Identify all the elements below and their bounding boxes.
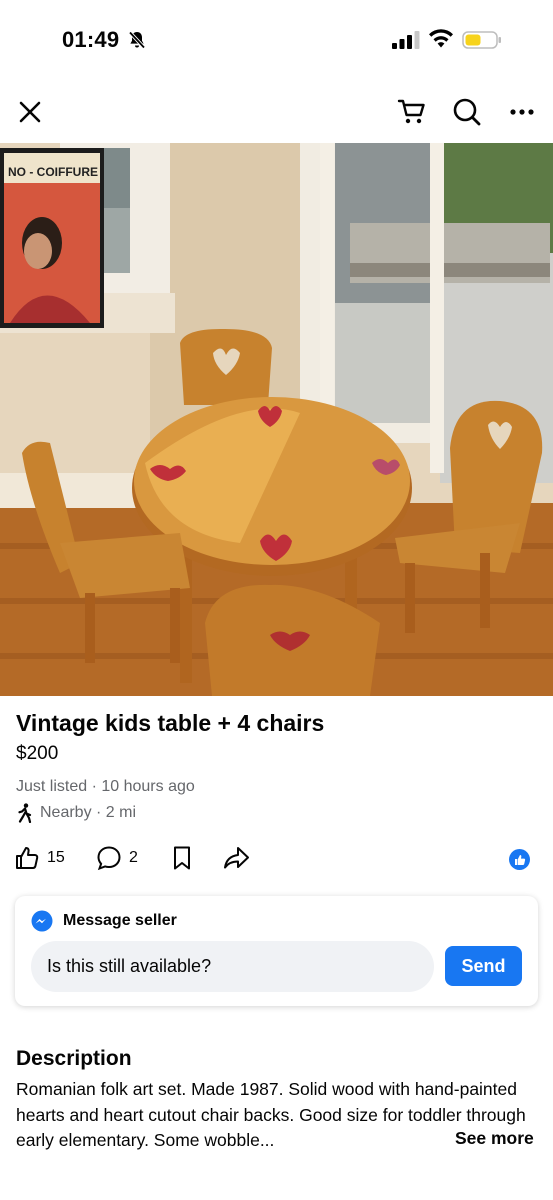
thumbs-up-icon <box>16 847 39 869</box>
comment-count: 2 <box>129 849 138 866</box>
listing-photo-image: NO - COIFFURE <box>0 143 553 696</box>
more-icon <box>510 109 534 115</box>
search-icon <box>453 98 481 126</box>
top-nav <box>0 82 553 142</box>
close-icon <box>19 101 41 123</box>
like-reaction-badge <box>509 849 530 870</box>
message-seller-header: Message seller <box>31 910 177 932</box>
status-time: 01:49 <box>62 27 120 52</box>
cart-icon <box>397 99 425 124</box>
share-icon <box>224 847 249 869</box>
battery-icon <box>462 31 501 49</box>
thumbs-up-icon <box>514 854 525 865</box>
message-seller-label: Message seller <box>63 912 177 929</box>
bell-off-icon <box>128 31 146 49</box>
send-button[interactable]: Send <box>445 946 522 986</box>
signal-icon <box>392 31 420 49</box>
listing-photo[interactable]: NO - COIFFURE <box>0 143 553 696</box>
action-row: 15 2 <box>0 840 553 880</box>
comment-icon <box>97 846 121 871</box>
listing-distance-text: Nearby · 2 mi <box>40 804 137 821</box>
listing-time: Just listed · 10 hours ago <box>16 778 195 795</box>
like-count: 15 <box>47 849 65 866</box>
painting-sign-text: NO - COIFFURE <box>8 165 98 179</box>
close-button[interactable] <box>12 94 48 130</box>
bookmark-icon <box>174 846 190 870</box>
comment-button[interactable]: 2 <box>96 845 138 871</box>
status-bar: 01:49 <box>0 0 553 80</box>
description-title: Description <box>16 1047 132 1070</box>
listing-distance: Nearby · 2 mi <box>16 803 136 823</box>
listing-price: $200 <box>16 743 59 764</box>
see-more-link[interactable]: See more <box>453 1128 534 1149</box>
message-seller-card: Message seller Send <box>15 896 538 1006</box>
walking-person-icon <box>18 803 32 823</box>
share-button[interactable] <box>222 845 250 871</box>
cart-button[interactable] <box>394 94 430 130</box>
wifi-icon <box>429 29 453 48</box>
messenger-icon <box>31 910 53 932</box>
like-button[interactable]: 15 <box>14 845 65 871</box>
save-button[interactable] <box>170 845 194 871</box>
listing-title: Vintage kids table + 4 chairs <box>16 710 325 736</box>
message-input[interactable] <box>31 941 434 992</box>
more-options-button[interactable] <box>504 94 540 130</box>
search-button[interactable] <box>449 94 485 130</box>
